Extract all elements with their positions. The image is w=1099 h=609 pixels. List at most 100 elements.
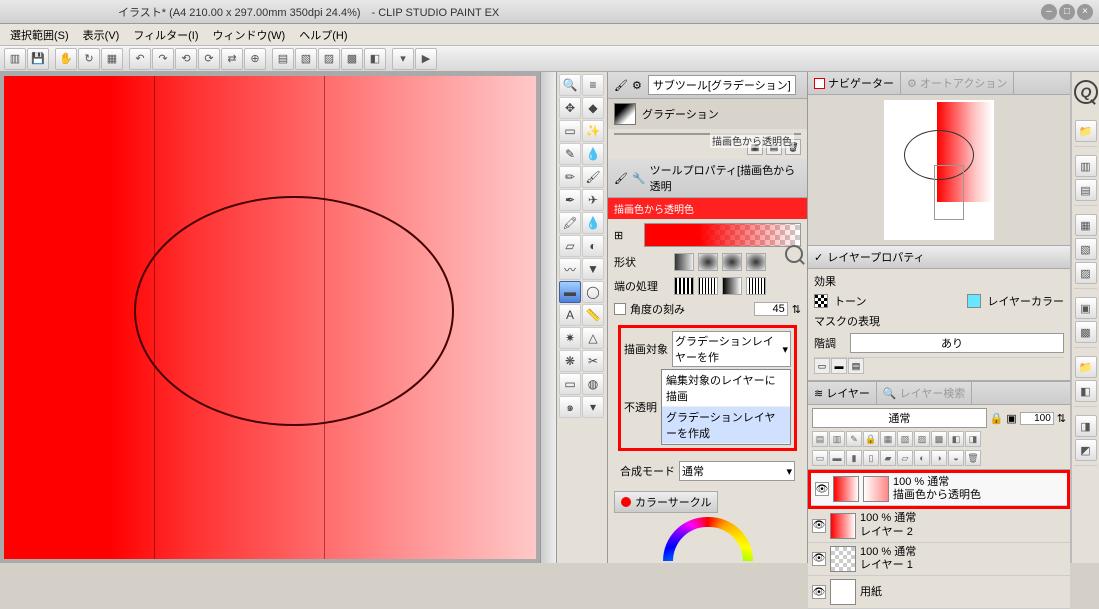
magnifier-tool-icon[interactable]: 🔍 — [559, 74, 581, 96]
scroll-down-icon[interactable]: ▾ — [582, 396, 604, 418]
tool-layers-icon[interactable]: ▧ — [295, 48, 317, 70]
tool-flip-icon[interactable]: ⇄ — [221, 48, 243, 70]
minimize-button[interactable]: – — [1041, 4, 1057, 20]
tool-redo-icon[interactable]: ↷ — [152, 48, 174, 70]
shape-radial-icon[interactable] — [698, 253, 718, 271]
layer-search-tab[interactable]: 🔍レイヤー検索 — [877, 382, 972, 404]
3d-tool-icon[interactable]: ◍ — [582, 373, 604, 395]
li-11[interactable]: ▭ — [812, 450, 828, 466]
marker-tool-icon[interactable]: ✒ — [559, 189, 581, 211]
edge-opt1-icon[interactable] — [674, 277, 694, 295]
tool-misc1-icon[interactable]: ▨ — [318, 48, 340, 70]
text-tool-icon[interactable]: A — [559, 304, 581, 326]
navigator-tab[interactable]: ナビゲーター — [808, 72, 901, 94]
panel-icon[interactable]: ▦ — [1075, 214, 1097, 236]
menu-view[interactable]: 表示(V) — [77, 25, 126, 45]
layer-row[interactable]: 👁 100 % 通常レイヤー 1 — [808, 543, 1070, 576]
stepper-icon[interactable]: ⇅ — [792, 303, 801, 316]
canvas-scrollbar[interactable] — [540, 72, 556, 563]
panel-icon[interactable]: ▥ — [1075, 155, 1097, 177]
blend-dropdown[interactable]: 通常▾ — [679, 461, 795, 481]
shape-tool-icon[interactable]: ◯ — [582, 281, 604, 303]
layer-property-tab[interactable]: ✓ レイヤープロパティ — [808, 246, 1070, 269]
close-button[interactable]: × — [1077, 4, 1093, 20]
effect-tool-icon[interactable]: ✷ — [559, 327, 581, 349]
tool-dropdown-icon[interactable]: ▾ — [392, 48, 414, 70]
panel-icon[interactable]: ◧ — [1075, 380, 1097, 402]
tone-swatch-icon[interactable] — [814, 294, 828, 308]
edge-opt4-icon[interactable] — [746, 277, 766, 295]
li-6[interactable]: ▧ — [897, 431, 913, 447]
folder-icon[interactable]: 📁 — [1075, 120, 1097, 142]
edge-opt2-icon[interactable] — [698, 277, 718, 295]
pen-tool-icon[interactable]: ✎ — [559, 143, 581, 165]
tool-misc2-icon[interactable]: ▩ — [341, 48, 363, 70]
eyedropper-tool-icon[interactable]: 💧 — [582, 143, 604, 165]
color-wheel[interactable] — [663, 517, 753, 561]
eraser-tool-icon[interactable]: ▱ — [559, 235, 581, 257]
li-15[interactable]: ▰ — [880, 450, 896, 466]
wand-tool-icon[interactable]: ✨ — [582, 120, 604, 142]
li-1[interactable]: ▤ — [812, 431, 828, 447]
tool-misc3-icon[interactable]: ◧ — [364, 48, 386, 70]
panel-icon[interactable]: ▤ — [1075, 179, 1097, 201]
lp-btn-3[interactable]: ▤ — [848, 358, 864, 374]
gradient-strip[interactable] — [644, 223, 801, 247]
folder-icon[interactable]: 📁 — [1075, 356, 1097, 378]
li-10[interactable]: ◨ — [965, 431, 981, 447]
brush-tool-icon[interactable]: 🖌 — [582, 166, 604, 188]
angle-checkbox[interactable] — [614, 303, 626, 315]
gradation-dropdown[interactable]: あり — [850, 333, 1064, 353]
tool-rotate-left-icon[interactable]: ⟲ — [175, 48, 197, 70]
li-19[interactable]: ◒ — [948, 450, 964, 466]
layer-row[interactable]: 👁 100 % 通常レイヤー 2 — [808, 509, 1070, 542]
li-5[interactable]: ▦ — [880, 431, 896, 447]
layer-blend-dropdown[interactable]: 通常 — [812, 408, 987, 428]
tool-play-icon[interactable]: ▶ — [415, 48, 437, 70]
panel-icon[interactable]: ◩ — [1075, 439, 1097, 461]
panel-icon[interactable]: ▨ — [1075, 262, 1097, 284]
ruler-tool-icon[interactable]: 📏 — [582, 304, 604, 326]
li-16[interactable]: ▱ — [897, 450, 913, 466]
paint-tool-icon[interactable]: 🖍 — [559, 212, 581, 234]
li-3[interactable]: ✎ — [846, 431, 862, 447]
angle-input[interactable]: 45 — [754, 302, 788, 316]
tool-doc-icon[interactable]: ▥ — [4, 48, 26, 70]
visibility-icon[interactable]: 👁 — [812, 552, 826, 566]
dd-option-1[interactable]: 編集対象のレイヤーに描画 — [662, 370, 790, 407]
menu-window[interactable]: ウィンドウ(W) — [207, 25, 292, 45]
visibility-icon[interactable]: 👁 — [812, 519, 826, 533]
tool-rotate-icon[interactable]: ↻ — [78, 48, 100, 70]
subtool-tab[interactable]: 🖌 ⚙ サブツール[グラデーション] — [608, 72, 807, 99]
tool-grid-icon[interactable]: ▦ — [101, 48, 123, 70]
magnifier-icon[interactable] — [785, 245, 803, 263]
visibility-icon[interactable]: 👁 — [812, 585, 826, 599]
autoaction-tab[interactable]: ⚙オートアクション — [901, 72, 1014, 94]
dd-option-2[interactable]: グラデーションレイヤーを作成 — [662, 407, 790, 444]
move-tool-icon[interactable]: ✥ — [559, 97, 581, 119]
li-18[interactable]: ◑ — [931, 450, 947, 466]
edge-opt3-icon[interactable] — [722, 277, 742, 295]
smudge-tool-icon[interactable]: 〰 — [559, 258, 581, 280]
line-tool-icon[interactable]: △ — [582, 327, 604, 349]
airbrush-tool-icon[interactable]: ✈ — [582, 189, 604, 211]
color-circle-tab[interactable]: カラーサークル — [614, 491, 718, 513]
tool-undo-icon[interactable]: ↶ — [129, 48, 151, 70]
navigator-view[interactable] — [808, 95, 1070, 245]
quick-access-icon[interactable]: Q — [1074, 80, 1098, 104]
pencil-tool-icon[interactable]: ✏ — [559, 166, 581, 188]
menu-tool-icon[interactable]: ≡ — [582, 74, 604, 96]
lp-btn-1[interactable]: ▭ — [814, 358, 830, 374]
tool-hand-icon[interactable]: ✋ — [55, 48, 77, 70]
tool-palette-icon[interactable]: ▤ — [272, 48, 294, 70]
layer-row[interactable]: 👁 100 % 通常描画色から透明色 — [811, 473, 1067, 506]
li-14[interactable]: ▯ — [863, 450, 879, 466]
shape-linear-icon[interactable] — [674, 253, 694, 271]
canvas[interactable] — [4, 76, 536, 559]
li-4[interactable]: 🔒 — [863, 431, 879, 447]
select-tool-icon[interactable]: ◆ — [582, 97, 604, 119]
marquee-tool-icon[interactable]: ▭ — [559, 120, 581, 142]
panel-icon[interactable]: ▣ — [1075, 297, 1097, 319]
panel-icon[interactable]: ▩ — [1075, 321, 1097, 343]
li-8[interactable]: ▩ — [931, 431, 947, 447]
